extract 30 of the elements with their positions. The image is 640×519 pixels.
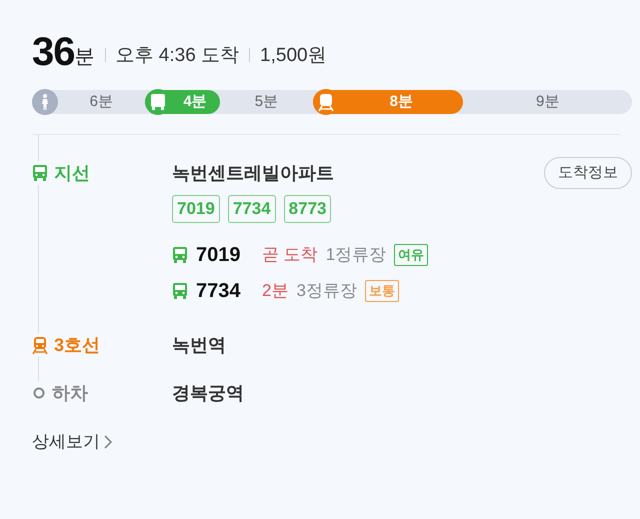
segment-duration: 9분 bbox=[534, 92, 560, 112]
crowding-tag: 여유 bbox=[394, 244, 428, 266]
line-label: 하차 bbox=[52, 382, 88, 404]
station-name: 녹번역 bbox=[172, 334, 226, 356]
route-number: 7734 bbox=[196, 279, 242, 304]
route-tag[interactable]: 7734 bbox=[228, 195, 276, 223]
station-name: 녹번센트레빌아파트 bbox=[172, 162, 334, 184]
walk-icon bbox=[32, 89, 58, 115]
route-tag[interactable]: 7019 bbox=[172, 195, 220, 223]
total-duration: 36분 bbox=[32, 30, 94, 74]
bus-segment: 4분 bbox=[144, 90, 220, 114]
subway-segment: 8분 bbox=[313, 90, 464, 114]
segment-duration: 6분 bbox=[88, 92, 114, 112]
arrival-eta: 곧 도착 bbox=[262, 244, 318, 266]
station-name: 경복궁역 bbox=[172, 382, 244, 404]
detail-link[interactable]: 상세보기 bbox=[32, 429, 112, 454]
stops-away: 1정류장 bbox=[326, 244, 386, 266]
route-tag[interactable]: 8773 bbox=[284, 195, 332, 223]
train-icon bbox=[318, 92, 334, 112]
line-label: 지선 bbox=[54, 162, 90, 184]
arrival-eta: 2분 bbox=[262, 280, 288, 302]
arrival-time: 오후 4:36 도착 bbox=[116, 44, 240, 68]
chevron-right-icon bbox=[104, 434, 112, 449]
line-label: 3호선 bbox=[54, 334, 100, 356]
route-number: 7019 bbox=[196, 243, 242, 268]
crowding-tag: 보통 bbox=[364, 280, 399, 302]
arrival-info-button[interactable]: 도착정보 bbox=[544, 157, 632, 189]
fare: 1,500원 bbox=[260, 44, 327, 68]
stops-away: 3정류장 bbox=[296, 280, 357, 302]
segment-duration: 5분 bbox=[254, 92, 280, 112]
